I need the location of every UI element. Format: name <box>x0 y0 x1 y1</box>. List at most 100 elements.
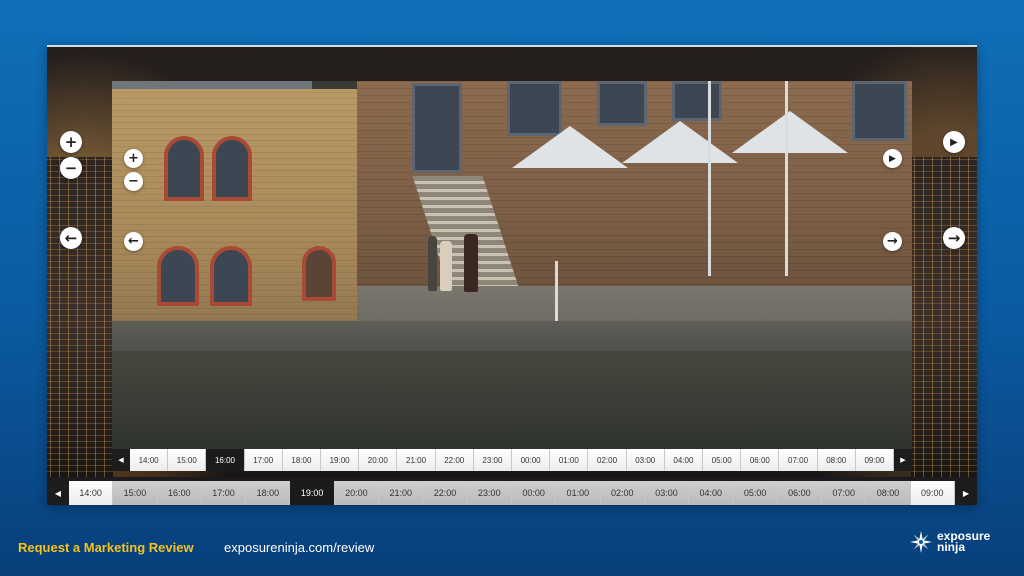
timeline-item[interactable]: 03:00 <box>626 449 665 471</box>
timeline-item[interactable]: 23:00 <box>473 449 513 471</box>
inner-zoom-out-button[interactable]: − <box>124 172 143 191</box>
person <box>464 234 478 292</box>
timeline-item[interactable]: 02:00 <box>600 481 645 505</box>
plus-icon: + <box>64 133 78 151</box>
pole <box>785 81 788 276</box>
timeline-item[interactable]: 08:00 <box>817 449 856 471</box>
play-icon: ▶ <box>950 136 958 148</box>
pole <box>708 81 711 276</box>
play-icon: ▶ <box>889 153 896 164</box>
arrow-left-icon: ← <box>64 229 78 247</box>
arched-window <box>157 246 199 306</box>
inner-next-button[interactable]: → <box>883 232 902 251</box>
timeline-item[interactable]: 01:00 <box>550 449 589 471</box>
umbrella <box>512 126 628 168</box>
timeline-item[interactable]: 18:00 <box>246 481 291 505</box>
timeline-item[interactable]: 15:00 <box>113 481 158 505</box>
arrow-right-icon: → <box>887 234 898 249</box>
timeline-item[interactable]: 16:00 <box>157 481 202 505</box>
caret-right-icon: ▶ <box>962 488 970 498</box>
timeline-item[interactable]: 09:00 <box>855 449 895 471</box>
inner-timeline-scroll-left[interactable]: ◀ <box>112 449 130 471</box>
timeline-item[interactable]: 08:00 <box>866 481 911 505</box>
arrow-right-icon: → <box>947 229 961 247</box>
logo-line-2: ninja <box>937 540 966 554</box>
outer-prev-button[interactable]: ← <box>60 227 82 249</box>
timeline-item[interactable]: 05:00 <box>733 481 778 505</box>
timeline-item[interactable]: 04:00 <box>689 481 734 505</box>
timeline-item[interactable]: 01:00 <box>556 481 601 505</box>
city-lights-left <box>47 157 113 477</box>
arrow-left-icon: ← <box>128 234 139 249</box>
inner-play-button[interactable]: ▶ <box>883 149 902 168</box>
timeline-item[interactable]: 22:00 <box>435 449 474 471</box>
outer-timeline: ◀ 14:00 15:00 16:00 17:00 18:00 19:00 20:00 21:… <box>47 481 977 505</box>
caret-right-icon: ▶ <box>900 456 906 464</box>
inner-prev-button[interactable]: ← <box>124 232 143 251</box>
outer-timeline-scroll-left[interactable]: ◀ <box>47 481 69 505</box>
timeline-item[interactable]: 15:00 <box>168 449 207 471</box>
arched-window <box>164 136 204 201</box>
minus-icon: − <box>64 159 78 177</box>
cta-text[interactable]: Request a Marketing Review <box>18 540 194 555</box>
timeline-item[interactable]: 06:00 <box>777 481 823 505</box>
timeline-item[interactable]: 07:00 <box>822 481 867 505</box>
timeline-item[interactable]: 18:00 <box>282 449 322 471</box>
timeline-item[interactable]: 19:00 <box>290 481 335 505</box>
timeline-item[interactable]: 09:00 <box>910 481 955 505</box>
riverbank <box>112 351 912 449</box>
outer-play-button[interactable]: ▶ <box>943 131 965 153</box>
timeline-item[interactable]: 17:00 <box>244 449 283 471</box>
timeline-item[interactable]: 19:00 <box>321 449 360 471</box>
ninja-star-icon <box>910 531 932 553</box>
timeline-item[interactable]: 17:00 <box>201 481 247 505</box>
outer-zoom-out-button[interactable]: − <box>60 157 82 179</box>
outer-viewer: + − ← ▶ → + − ← ▶ → ◀ 14:00 15:00 16:00 … <box>47 45 977 505</box>
inner-zoom-in-button[interactable]: + <box>124 149 143 168</box>
umbrella <box>732 111 848 153</box>
inner-viewer: + − ← ▶ → ◀ 14:00 15:00 16:00 17:00 18:00 19:… <box>112 81 912 471</box>
minus-icon: − <box>128 174 139 189</box>
timeline-item[interactable]: 00:00 <box>511 481 557 505</box>
pole <box>555 261 558 326</box>
arched-window <box>210 246 252 306</box>
timeline-item[interactable]: 20:00 <box>359 449 398 471</box>
timeline-item[interactable]: 16:00 <box>206 449 245 471</box>
window <box>597 81 647 126</box>
timeline-item[interactable]: 00:00 <box>512 449 551 471</box>
timeline-item[interactable]: 07:00 <box>779 449 818 471</box>
camera-image[interactable] <box>112 81 912 449</box>
timeline-item[interactable]: 14:00 <box>130 449 169 471</box>
timeline-item[interactable]: 20:00 <box>334 481 380 505</box>
timeline-item[interactable]: 22:00 <box>423 481 468 505</box>
timeline-item[interactable]: 21:00 <box>379 481 424 505</box>
timeline-item[interactable]: 04:00 <box>664 449 704 471</box>
caret-left-icon: ◀ <box>118 456 124 464</box>
outer-zoom-in-button[interactable]: + <box>60 131 82 153</box>
timeline-item[interactable]: 02:00 <box>588 449 627 471</box>
timeline-item[interactable]: 03:00 <box>644 481 690 505</box>
outer-next-button[interactable]: → <box>943 227 965 249</box>
arched-window <box>212 136 252 201</box>
exposure-ninja-logo: exposure ninja <box>910 530 990 554</box>
person <box>440 241 452 291</box>
inner-timeline: ◀ 14:00 15:00 16:00 17:00 18:00 19:00 20:00 21:… <box>112 449 912 471</box>
timeline-item[interactable]: 23:00 <box>467 481 512 505</box>
umbrella <box>622 121 738 163</box>
timeline-item[interactable]: 14:00 <box>69 481 114 505</box>
person <box>428 236 437 291</box>
review-url[interactable]: exposureninja.com/review <box>224 540 374 555</box>
inner-timeline-items: 14:00 15:00 16:00 17:00 18:00 19:00 20:00 21:00… <box>130 449 895 471</box>
window <box>672 81 722 121</box>
plus-icon: + <box>128 151 139 166</box>
city-lights-right <box>911 157 977 477</box>
outer-timeline-scroll-right[interactable]: ▶ <box>955 481 977 505</box>
timeline-item[interactable]: 21:00 <box>397 449 436 471</box>
inner-timeline-scroll-right[interactable]: ▶ <box>894 449 912 471</box>
arched-door <box>302 246 336 301</box>
window <box>852 81 907 141</box>
timeline-item[interactable]: 05:00 <box>703 449 742 471</box>
timeline-item[interactable]: 06:00 <box>741 449 780 471</box>
caret-left-icon: ◀ <box>54 488 62 498</box>
door-window <box>412 83 462 173</box>
